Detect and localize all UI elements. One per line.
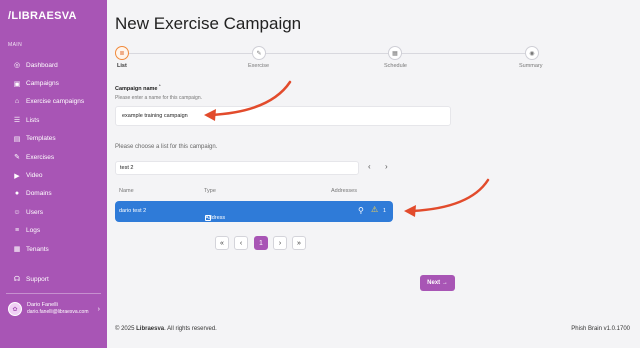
sidebar-item-label: Templates bbox=[26, 135, 56, 143]
sidebar-item-support[interactable]: ☊ Support bbox=[0, 270, 107, 288]
sidebar-section-label: MAIN bbox=[8, 42, 23, 48]
search-prev-button[interactable]: ‹ bbox=[368, 162, 371, 171]
wand-icon: ✎ bbox=[14, 154, 20, 162]
video-icon: ▶ bbox=[14, 172, 20, 180]
sidebar-item-label: Support bbox=[26, 275, 49, 283]
list-icon: ☰ bbox=[13, 117, 21, 125]
table-row[interactable]: dario test 2 Address ⚲ ⚠ 1 bbox=[115, 201, 393, 222]
sidebar-divider bbox=[6, 293, 101, 294]
sidebar-item-templates[interactable]: ▤ Templates bbox=[0, 130, 107, 148]
step-label-exercise: Exercise bbox=[248, 63, 270, 69]
sidebar-item-label: Users bbox=[26, 208, 43, 216]
sidebar-item-label: Exercises bbox=[26, 153, 55, 161]
step-label-list: List bbox=[117, 63, 127, 69]
step-exercise-icon[interactable]: ✎ bbox=[252, 46, 266, 60]
footer-version: Phish Brain v1.0.1700 bbox=[571, 326, 630, 332]
user-name: Dario Fanelli bbox=[27, 302, 58, 308]
sidebar-item-label: Lists bbox=[26, 116, 40, 124]
users-icon: ☺ bbox=[13, 208, 21, 216]
user-menu[interactable]: ✿ Dario Fanelli dario.fanelli@libraesva.… bbox=[8, 302, 100, 316]
sidebar-item-users[interactable]: ☺ Users bbox=[0, 203, 107, 221]
prev-page-button[interactable]: ‹ bbox=[234, 236, 248, 250]
sidebar-item-label: Video bbox=[26, 172, 43, 180]
list-help-text: Please choose a list for this campaign. bbox=[115, 144, 218, 150]
page-1-button[interactable]: 1 bbox=[254, 236, 268, 250]
avatar: ✿ bbox=[8, 302, 22, 316]
headset-icon: ☊ bbox=[13, 276, 21, 284]
step-list-icon[interactable]: ≣ bbox=[115, 46, 129, 60]
campaign-name-input[interactable] bbox=[115, 106, 451, 126]
annotation-arrow-row-head bbox=[404, 205, 416, 217]
first-page-button[interactable]: « bbox=[215, 236, 229, 250]
footer-copyright: © 2025 Libraesva. All rights reserved. bbox=[115, 326, 217, 332]
sidebar-item-label: Exercise campaigns bbox=[26, 98, 85, 106]
annotation-arrow-row bbox=[410, 178, 490, 213]
sidebar-item-label: Campaigns bbox=[26, 80, 59, 88]
table-header: Name Type Addresses bbox=[115, 186, 393, 200]
sidebar-item-label: Tenants bbox=[26, 245, 49, 253]
next-page-button[interactable]: › bbox=[273, 236, 287, 250]
sidebar: /LIBRAESVA MAIN ◎ Dashboard ▣ Campaigns ⌂ E… bbox=[0, 0, 107, 348]
sidebar-item-exercises[interactable]: ✎ Exercises bbox=[0, 148, 107, 166]
list-search-input[interactable] bbox=[115, 161, 359, 175]
building-icon: ▦ bbox=[13, 246, 21, 254]
sidebar-item-logs[interactable]: ≡ Logs bbox=[0, 222, 107, 240]
page-title: New Exercise Campaign bbox=[115, 14, 302, 33]
step-label-summary: Summary bbox=[519, 63, 543, 69]
graduation-cap-icon: ⌂ bbox=[14, 98, 20, 106]
globe-icon: ● bbox=[14, 190, 20, 198]
dashboard-icon: ◎ bbox=[13, 62, 21, 70]
user-email: dario.fanelli@libraesva.com bbox=[27, 309, 89, 315]
sidebar-item-domains[interactable]: ● Domains bbox=[0, 185, 107, 203]
last-page-button[interactable]: » bbox=[292, 236, 306, 250]
sidebar-item-tenants[interactable]: ▦ Tenants bbox=[0, 240, 107, 258]
column-header-addresses[interactable]: Addresses bbox=[331, 188, 357, 194]
sidebar-item-lists[interactable]: ☰ Lists bbox=[0, 111, 107, 129]
stepper-line bbox=[122, 53, 532, 54]
sidebar-nav: ◎ Dashboard ▣ Campaigns ⌂ Exercise campaign… bbox=[0, 56, 107, 258]
row-addresses: 1 bbox=[383, 208, 387, 214]
sidebar-item-video[interactable]: ▶ Video bbox=[0, 166, 107, 184]
step-schedule-icon[interactable]: ▦ bbox=[388, 46, 402, 60]
calendar-icon: ▣ bbox=[13, 80, 21, 88]
sidebar-item-label: Logs bbox=[26, 227, 41, 235]
sidebar-item-label: Dashboard bbox=[26, 61, 58, 69]
search-next-button[interactable]: › bbox=[385, 162, 388, 171]
column-header-name[interactable]: Name bbox=[119, 188, 134, 194]
template-icon: ▤ bbox=[13, 135, 21, 143]
column-header-type[interactable]: Type bbox=[204, 188, 216, 194]
search-icon[interactable]: ⚲ bbox=[358, 206, 364, 215]
campaign-name-help: Please enter a name for this campaign. bbox=[115, 95, 202, 101]
row-name: dario test 2 bbox=[119, 208, 147, 214]
chevron-right-icon: › bbox=[97, 305, 100, 313]
sidebar-item-label: Domains bbox=[26, 190, 52, 198]
sidebar-item-exercise-campaigns[interactable]: ⌂ Exercise campaigns bbox=[0, 93, 107, 111]
logs-icon: ≡ bbox=[14, 227, 20, 235]
sidebar-item-campaigns[interactable]: ▣ Campaigns bbox=[0, 74, 107, 92]
campaign-name-label: Campaign name * bbox=[115, 83, 161, 92]
sidebar-item-dashboard[interactable]: ◎ Dashboard bbox=[0, 56, 107, 74]
libraesva-logo: /LIBRAESVA bbox=[8, 10, 77, 22]
warning-icon: ⚠ bbox=[371, 205, 379, 214]
step-label-schedule: Schedule bbox=[384, 63, 407, 69]
next-button[interactable]: Next → bbox=[420, 275, 455, 291]
step-summary-icon[interactable]: ◉ bbox=[525, 46, 539, 60]
